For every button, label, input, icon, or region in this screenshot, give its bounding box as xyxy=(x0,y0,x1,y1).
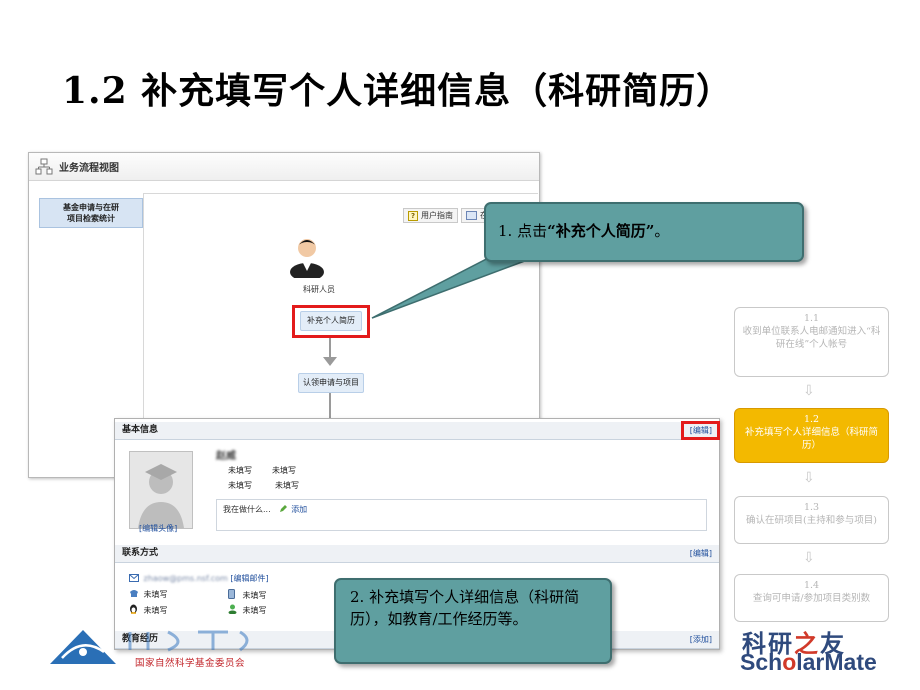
step-1-4-text: 查询可申请/参加项目类别数 xyxy=(752,593,871,604)
claim-projects-node[interactable]: 认领申请与项目 xyxy=(298,373,364,393)
edit-avatar-link[interactable]: [编辑头像] xyxy=(139,523,177,534)
profile-field-2: 未填写 xyxy=(272,466,296,475)
basic-info-title: 基本信息 xyxy=(122,425,159,435)
status-placeholder: 我在做什么... xyxy=(223,505,271,514)
step-arrow-icon-3: ⇩ xyxy=(803,550,815,566)
mobile-icon xyxy=(228,589,237,599)
scholarmate-en-logo: ScholarMate xyxy=(740,649,877,675)
step-1-3: 1.3 确认在研项目(主持和参与项目) xyxy=(734,496,889,544)
phone-row: 未填写 xyxy=(129,589,168,600)
msn-row: 未填写 xyxy=(228,604,267,616)
mobile-value: 未填写 xyxy=(242,591,267,600)
slide-title: 1.2 补充填写个人详细信息（科研简历） xyxy=(62,70,734,112)
step-arrow-icon-2: ⇩ xyxy=(803,470,815,486)
workflow-header: 业务流程视图 xyxy=(29,153,539,181)
pencil-icon xyxy=(279,504,288,513)
step-1-4: 1.4 查询可申请/参加项目类别数 xyxy=(734,574,889,622)
callout-1-suffix: 。 xyxy=(654,222,670,240)
contact-title: 联系方式 xyxy=(122,548,159,558)
highlight-box xyxy=(292,305,370,338)
researcher-label: 科研人员 xyxy=(303,285,335,294)
avatar-placeholder-icon xyxy=(130,452,192,528)
phone-value: 未填写 xyxy=(143,590,168,599)
flow-arrow-icon xyxy=(323,357,337,366)
step-1-2-number: 1.2 xyxy=(803,414,820,425)
qq-row: 未填写 xyxy=(129,604,168,616)
callout-1-bold: “补充个人简历” xyxy=(547,222,655,240)
user-guide-button[interactable]: ? 用户指南 xyxy=(403,208,458,223)
step-1-4-number: 1.4 xyxy=(803,580,820,591)
mobile-row: 未填写 xyxy=(228,589,267,601)
edit-contact-link[interactable]: [编辑] xyxy=(690,545,712,562)
nsfc-name: 国家自然科学基金委员会 xyxy=(135,658,246,669)
email-row: zhaow@pms.nsf.com [编辑邮件] xyxy=(129,573,269,584)
status-add-link[interactable]: 添加 xyxy=(291,505,307,514)
add-education-link[interactable]: [添加] xyxy=(690,631,712,648)
help-icon: ? xyxy=(408,210,418,221)
step-arrow-icon: ⇩ xyxy=(803,383,815,399)
step-1-1: 1.1 收到单位联系人电邮通知进入“科研在线”个人帐号 xyxy=(734,307,889,377)
callout-step-2: 2. 补充填写个人详细信息（科研简历），如教育/工作经历等。 xyxy=(334,578,612,664)
user-guide-label: 用户指南 xyxy=(421,211,453,220)
edit-mail-link[interactable]: [编辑邮件] xyxy=(230,574,268,583)
avatar[interactable] xyxy=(129,451,193,529)
callout-1-prefix: 1. 点击 xyxy=(498,222,548,240)
step-1-2-text: 补充填写个人详细信息（科研简历） xyxy=(744,427,878,451)
flow-connector-2 xyxy=(329,391,331,418)
contact-header: 联系方式 [编辑] xyxy=(115,545,719,563)
step-1-1-text: 收到单位联系人电邮通知进入“科研在线”个人帐号 xyxy=(742,326,881,350)
edit-highlight-box xyxy=(681,421,720,440)
step-1-1-number: 1.1 xyxy=(803,313,820,324)
workflow-title: 业务流程视图 xyxy=(59,163,119,174)
nsfc-chinese-logotype xyxy=(128,630,249,652)
qq-penguin-icon xyxy=(129,604,138,614)
monitor-icon xyxy=(466,211,477,220)
profile-field-3: 未填写 xyxy=(228,481,252,490)
status-input[interactable]: 我在做什么... 添加 xyxy=(216,499,707,531)
step-1-3-number: 1.3 xyxy=(803,502,820,513)
mail-icon xyxy=(129,574,139,583)
qq-value: 未填写 xyxy=(143,606,168,615)
step-1-3-text: 确认在研项目(主持和参与项目) xyxy=(746,515,877,526)
sidebar-item-search-stats[interactable]: 基金申请与在研 项目检索统计 xyxy=(39,198,143,228)
msn-user-icon xyxy=(228,604,237,615)
researcher-icon xyxy=(290,239,324,278)
basic-info-header: 基本信息 [编辑] xyxy=(115,422,719,440)
callout-step-1: 1. 点击“补充个人简历”。 xyxy=(484,202,804,262)
org-chart-icon xyxy=(35,158,53,174)
msn-value: 未填写 xyxy=(242,606,267,615)
profile-name: 赵威 xyxy=(216,451,236,462)
profile-field-4: 未填写 xyxy=(275,481,299,490)
email-value: zhaow@pms.nsf.com xyxy=(143,574,228,583)
step-1-2: 1.2 补充填写个人详细信息（科研简历） xyxy=(734,408,889,463)
profile-field-1: 未填写 xyxy=(228,466,252,475)
nsfc-logo-icon xyxy=(50,630,116,664)
phone-icon xyxy=(129,589,138,598)
